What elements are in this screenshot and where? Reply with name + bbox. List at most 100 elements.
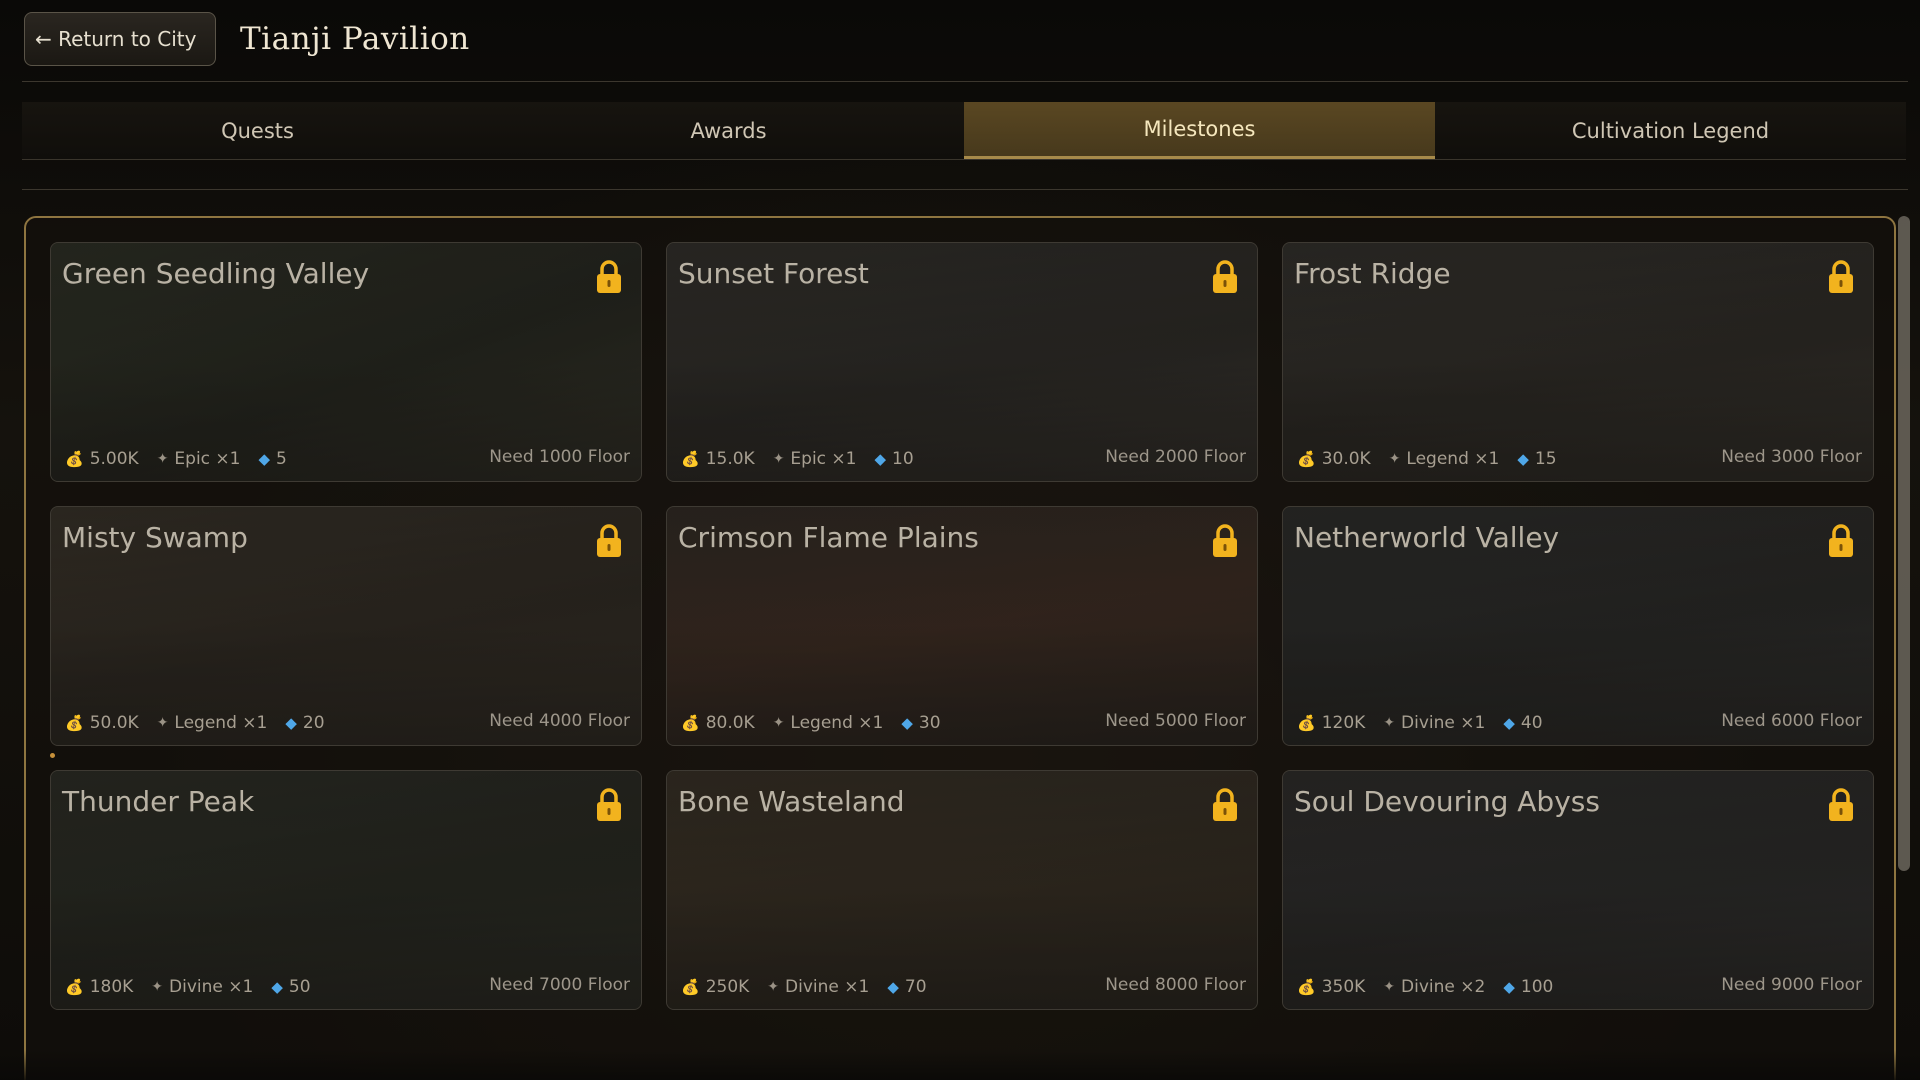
money-bag-icon: 💰 — [681, 714, 700, 732]
item-reward: Epic ×1 — [790, 449, 857, 469]
gem-reward: 10 — [892, 449, 914, 469]
lock-icon — [1213, 260, 1237, 293]
milestone-grid: Green Seedling Valley 💰 5.00K ✦ Epic ×1 … — [50, 242, 1874, 1010]
top-bar: ← Return to City Tianji Pavilion — [24, 12, 1908, 66]
diamond-icon: ◆ — [271, 978, 283, 996]
star-icon: ✦ — [772, 715, 785, 731]
floor-requirement: Need 8000 Floor — [1105, 975, 1246, 995]
money-bag-icon: 💰 — [681, 978, 700, 996]
reward-list: 💰 350K ✦ Divine ×2 ◆ 100 — [1297, 977, 1553, 997]
tab-awards[interactable]: Awards — [493, 102, 964, 159]
floor-requirement: Need 2000 Floor — [1105, 447, 1246, 467]
gold-reward: 30.0K — [1321, 449, 1371, 469]
milestone-name: Misty Swamp — [62, 521, 248, 554]
money-bag-icon: 💰 — [681, 450, 700, 468]
money-bag-icon: 💰 — [65, 450, 84, 468]
gem-reward: 20 — [302, 713, 325, 733]
lock-icon — [597, 524, 621, 557]
milestone-name: Frost Ridge — [1294, 257, 1451, 290]
item-reward: Legend ×1 — [174, 713, 268, 733]
milestone-card[interactable]: Soul Devouring Abyss 💰 350K ✦ Divine ×2 … — [1282, 770, 1874, 1010]
floor-requirement: Need 4000 Floor — [489, 711, 630, 731]
diamond-icon: ◆ — [1517, 450, 1529, 468]
star-icon: ✦ — [1383, 979, 1396, 995]
lock-icon — [1829, 260, 1853, 293]
gold-reward: 120K — [1321, 713, 1366, 733]
milestone-name: Soul Devouring Abyss — [1294, 785, 1600, 818]
reward-list: 💰 180K ✦ Divine ×1 ◆ 50 — [65, 977, 311, 997]
item-reward: Legend ×1 — [790, 713, 884, 733]
star-icon: ✦ — [1388, 451, 1401, 467]
tab-cultivation-legend[interactable]: Cultivation Legend — [1435, 102, 1906, 159]
milestone-card[interactable]: Thunder Peak 💰 180K ✦ Divine ×1 ◆ 50 Nee… — [50, 770, 642, 1010]
milestone-name: Green Seedling Valley — [62, 257, 370, 290]
lock-icon — [597, 260, 621, 293]
milestone-card[interactable]: Misty Swamp 💰 50.0K ✦ Legend ×1 ◆ 20 Nee… — [50, 506, 642, 746]
money-bag-icon: 💰 — [1297, 450, 1316, 468]
star-icon: ✦ — [767, 979, 780, 995]
gem-reward: 15 — [1534, 449, 1557, 469]
item-reward: Epic ×1 — [174, 449, 241, 469]
star-icon: ✦ — [1383, 715, 1396, 731]
money-bag-icon: 💰 — [65, 714, 84, 732]
milestone-name: Crimson Flame Plains — [678, 521, 979, 554]
gem-reward: 40 — [1520, 713, 1543, 733]
gold-reward: 350K — [1321, 977, 1366, 997]
milestones-panel: Green Seedling Valley 💰 5.00K ✦ Epic ×1 … — [24, 216, 1896, 1080]
reward-list: 💰 5.00K ✦ Epic ×1 ◆ 5 — [65, 449, 287, 469]
tab-quests[interactable]: Quests — [22, 102, 493, 159]
item-reward: Divine ×1 — [169, 977, 254, 997]
milestone-name: Netherworld Valley — [1294, 521, 1560, 554]
star-icon: ✦ — [156, 715, 169, 731]
reward-list: 💰 120K ✦ Divine ×1 ◆ 40 — [1297, 713, 1543, 733]
diamond-icon: ◆ — [887, 978, 899, 996]
lock-icon — [1213, 788, 1237, 821]
item-reward: Divine ×1 — [785, 977, 870, 997]
star-icon: ✦ — [151, 979, 164, 995]
milestone-card[interactable]: Green Seedling Valley 💰 5.00K ✦ Epic ×1 … — [50, 242, 642, 482]
star-icon: ✦ — [772, 451, 785, 467]
floor-requirement: Need 6000 Floor — [1721, 711, 1862, 731]
gold-reward: 50.0K — [89, 713, 139, 733]
gold-reward: 15.0K — [705, 449, 755, 469]
tab-milestones[interactable]: Milestones — [964, 102, 1435, 159]
lock-icon — [1829, 788, 1853, 821]
money-bag-icon: 💰 — [1297, 978, 1316, 996]
gem-reward: 30 — [918, 713, 941, 733]
reward-list: 💰 250K ✦ Divine ×1 ◆ 70 — [681, 977, 927, 997]
diamond-icon: ◆ — [1503, 714, 1515, 732]
diamond-icon: ◆ — [1503, 978, 1515, 996]
milestone-card[interactable]: Sunset Forest 💰 15.0K ✦ Epic ×1 ◆ 10 Nee… — [666, 242, 1258, 482]
gem-reward: 50 — [288, 977, 311, 997]
tabs-divider — [22, 189, 1908, 190]
milestone-card[interactable]: Crimson Flame Plains 💰 80.0K ✦ Legend ×1… — [666, 506, 1258, 746]
gold-reward: 250K — [705, 977, 750, 997]
diamond-icon: ◆ — [901, 714, 913, 732]
milestone-card[interactable]: Bone Wasteland 💰 250K ✦ Divine ×1 ◆ 70 N… — [666, 770, 1258, 1010]
tab-bar: Quests Awards Milestones Cultivation Leg… — [22, 102, 1906, 160]
gold-reward: 5.00K — [89, 449, 139, 469]
lock-icon — [1213, 524, 1237, 557]
page-title: Tianji Pavilion — [240, 21, 470, 57]
item-reward: Legend ×1 — [1406, 449, 1500, 469]
floor-requirement: Need 3000 Floor — [1721, 447, 1862, 467]
indicator-dot — [50, 753, 55, 758]
item-reward: Divine ×1 — [1401, 713, 1486, 733]
return-to-city-button[interactable]: ← Return to City — [24, 12, 216, 66]
scrollbar[interactable] — [1898, 216, 1910, 871]
milestone-card[interactable]: Frost Ridge 💰 30.0K ✦ Legend ×1 ◆ 15 Nee… — [1282, 242, 1874, 482]
bottom-fade — [0, 1050, 1920, 1080]
milestone-card[interactable]: Netherworld Valley 💰 120K ✦ Divine ×1 ◆ … — [1282, 506, 1874, 746]
gold-reward: 180K — [89, 977, 134, 997]
reward-list: 💰 50.0K ✦ Legend ×1 ◆ 20 — [65, 713, 325, 733]
reward-list: 💰 15.0K ✦ Epic ×1 ◆ 10 — [681, 449, 914, 469]
money-bag-icon: 💰 — [65, 978, 84, 996]
money-bag-icon: 💰 — [1297, 714, 1316, 732]
reward-list: 💰 30.0K ✦ Legend ×1 ◆ 15 — [1297, 449, 1557, 469]
floor-requirement: Need 5000 Floor — [1105, 711, 1246, 731]
milestone-name: Bone Wasteland — [678, 785, 905, 818]
header-divider — [22, 81, 1908, 82]
back-button-label: ← Return to City — [35, 27, 197, 51]
lock-icon — [597, 788, 621, 821]
milestone-name: Sunset Forest — [678, 257, 869, 290]
